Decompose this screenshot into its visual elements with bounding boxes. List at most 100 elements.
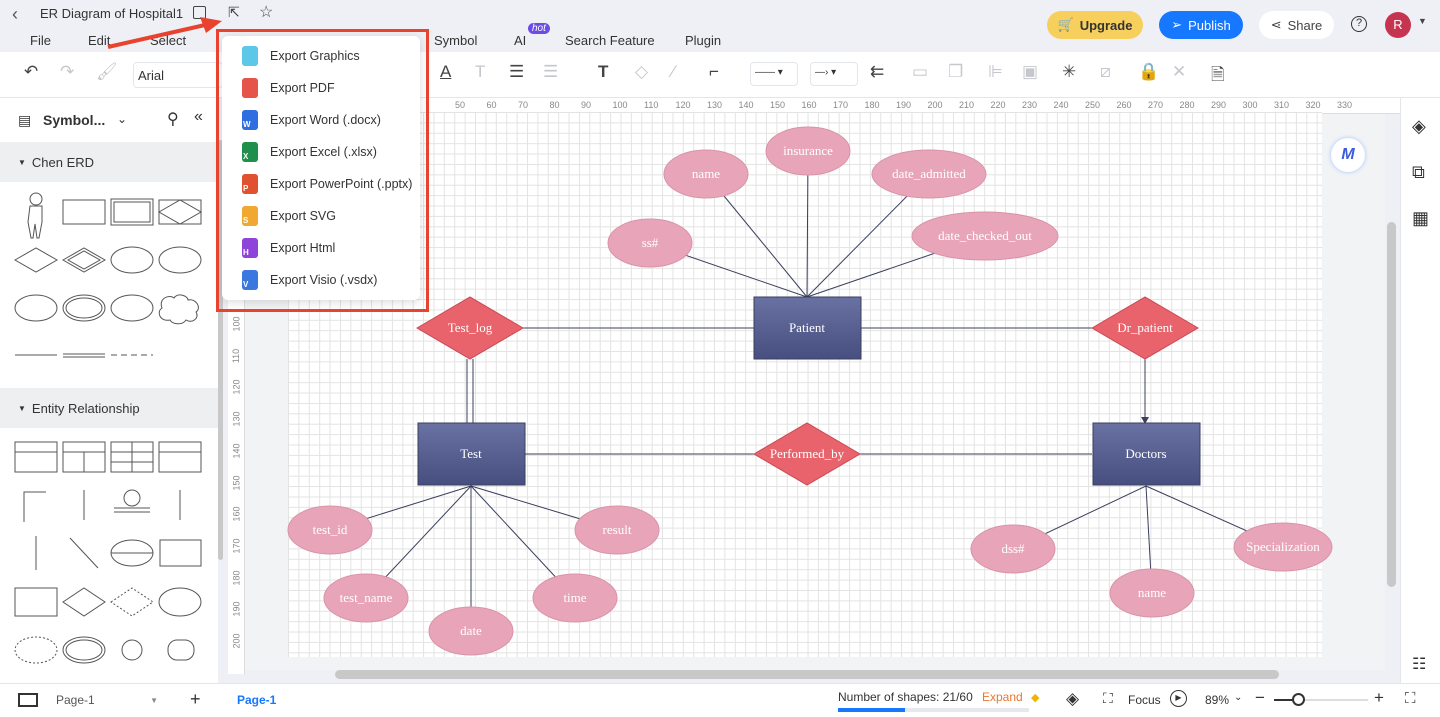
line-spacing-icon[interactable]: ☰ — [543, 62, 558, 82]
symbol-sidebar: ▤ Symbol... ⌄ ⚲ « ▼ Chen ERD ▼ Entity Rela… — [0, 98, 218, 683]
right-panel: ◈ ⧉ ▦ ☷ — [1400, 98, 1440, 683]
add-page-icon[interactable]: + — [190, 689, 201, 710]
page-tab[interactable]: Page-1 — [237, 693, 276, 707]
page-select[interactable]: Page-1 ▼ — [50, 690, 168, 712]
entity-relationship-shapes[interactable] — [0, 436, 218, 676]
section-chen-erd[interactable]: ▼ Chen ERD — [0, 142, 218, 182]
format-icon[interactable]: ⧉ — [1412, 162, 1425, 183]
upgrade-button[interactable]: 🛒 Upgrade — [1047, 11, 1143, 39]
ruler-tick-label: 110 — [231, 348, 242, 363]
menu-ai[interactable]: AI — [514, 33, 526, 48]
group-icon[interactable]: ❐ — [948, 62, 963, 82]
font-color-icon[interactable]: A — [440, 62, 451, 82]
text-tool-icon[interactable]: T — [598, 62, 608, 82]
ruler-tick-label: 280 — [1179, 100, 1195, 110]
zoom-out-icon[interactable]: − — [1255, 688, 1265, 708]
page-view-icon[interactable] — [18, 693, 38, 707]
text-style-icon[interactable]: T — [475, 62, 485, 82]
publish-label: Publish — [1188, 17, 1231, 33]
section-entity-relationship[interactable]: ▼ Entity Relationship — [0, 388, 218, 428]
ruler-tick-label: 260 — [1116, 100, 1132, 110]
fullscreen-icon[interactable]: ⛶ — [1405, 690, 1416, 707]
ruler-tick-label: 120 — [231, 379, 242, 395]
help-icon[interactable]: ? — [1351, 16, 1367, 32]
align-objects-icon[interactable]: ⊫ — [988, 62, 1003, 82]
align-icon[interactable]: ☰ — [509, 62, 524, 82]
share-button[interactable]: ⋖ Share — [1259, 11, 1334, 39]
search-icon[interactable]: ⚲ — [167, 109, 179, 129]
line-style-select[interactable]: —— ▾ — [750, 62, 798, 86]
play-icon[interactable]: ▶ — [1170, 690, 1187, 707]
collapse-icon[interactable]: « — [194, 108, 203, 126]
settings-list-icon[interactable]: ☷ — [1412, 654, 1426, 674]
format-painter-icon[interactable]: 🖌 — [96, 62, 118, 82]
zoom-dropdown-icon[interactable]: ⌄ — [1234, 692, 1242, 703]
connector-icon[interactable]: ⌐ — [709, 62, 719, 82]
expand-icon[interactable]: ⌄ — [117, 112, 127, 126]
ruler-tick-label: 290 — [1211, 100, 1227, 110]
premium-icon: ◆ — [1031, 692, 1040, 704]
chen-erd-shapes[interactable] — [0, 182, 218, 388]
vertical-scrollbar[interactable] — [1387, 222, 1396, 587]
zoom-in-icon[interactable]: + — [1374, 688, 1384, 708]
ai-assistant-icon[interactable]: M — [1331, 138, 1365, 172]
send-icon: ➢ — [1171, 17, 1183, 32]
replace-icon[interactable]: ⧄ — [1100, 62, 1111, 82]
ruler-tick-label: 160 — [801, 100, 817, 110]
hot-badge: hot — [528, 23, 550, 34]
redo-icon[interactable]: ↷ — [60, 62, 74, 82]
highlight-arrow — [107, 17, 222, 49]
focus-icon[interactable]: ⛶ — [1103, 690, 1113, 707]
undo-icon[interactable]: ↶ — [24, 62, 38, 82]
ruler-tick-label: 180 — [231, 570, 242, 586]
section-label: Chen ERD — [31, 154, 95, 170]
bring-front-icon[interactable]: ▭ — [912, 62, 928, 82]
ruler-tick-label: 250 — [1085, 100, 1101, 110]
expand-link[interactable]: Expand — [982, 690, 1023, 704]
ruler-tick-label: 170 — [231, 538, 242, 554]
ruler-tick-label: 140 — [738, 100, 754, 110]
grid-icon[interactable]: ▦ — [1412, 208, 1429, 229]
font-select[interactable]: Arial — [133, 62, 223, 88]
horizontal-scrollbar[interactable] — [335, 670, 1279, 679]
line-dash-icon[interactable]: ⇇ — [870, 62, 884, 82]
section-label: Entity Relationship — [31, 400, 140, 416]
avatar[interactable]: R — [1385, 12, 1411, 38]
fill-style-icon[interactable]: ◈ — [1412, 116, 1426, 137]
zoom-slider[interactable] — [1274, 693, 1368, 706]
ruler-tick-label: 100 — [231, 316, 242, 332]
ruler-tick-label: 200 — [927, 100, 943, 110]
highlight-box — [216, 29, 429, 312]
avatar-dropdown-icon[interactable]: ▼ — [1418, 16, 1427, 26]
ruler-tick-label: 140 — [231, 443, 242, 459]
find-replace-icon[interactable]: 🗎 — [1211, 62, 1225, 91]
ruler-tick-label: 130 — [231, 411, 242, 427]
menu-symbol[interactable]: Symbol — [434, 33, 477, 48]
ruler-tick-label: 200 — [231, 633, 242, 649]
fill-icon[interactable]: ◇ — [635, 62, 648, 82]
drawing-page[interactable] — [288, 112, 1322, 657]
ruler-tick-label: 100 — [612, 100, 628, 110]
layers-icon[interactable]: ◈ — [1066, 689, 1079, 709]
ruler-tick-label: 70 — [518, 100, 529, 110]
magic-icon[interactable]: ✳ — [1062, 62, 1076, 82]
ruler-tick-label: 190 — [896, 100, 912, 110]
upgrade-label: Upgrade — [1079, 17, 1133, 33]
lock-icon[interactable]: 🔒 — [1138, 62, 1159, 82]
status-bar: Page-1 ▼ + Page-1 Number of shapes: 21/60… — [0, 683, 1440, 717]
shape-count: Number of shapes: 21/60 — [838, 690, 973, 704]
line-color-icon[interactable]: ∕ — [672, 62, 675, 82]
publish-button[interactable]: ➢ Publish — [1159, 11, 1243, 39]
zoom-slider-handle[interactable] — [1291, 693, 1305, 706]
library-icon: ▤ — [18, 112, 32, 128]
menu-plugin[interactable]: Plugin — [685, 33, 721, 48]
ruler-tick-label: 180 — [864, 100, 880, 110]
menu-search-feature[interactable]: Search Feature — [565, 33, 655, 48]
arrow-style-select[interactable]: —› ▾ — [810, 62, 858, 86]
size-icon[interactable]: ▣ — [1022, 62, 1038, 82]
zoom-level[interactable]: 89% — [1205, 693, 1229, 707]
sidebar-title[interactable]: Symbol... — [43, 112, 105, 128]
focus-label[interactable]: Focus — [1128, 693, 1161, 707]
tools-icon[interactable]: ✕ — [1172, 62, 1186, 82]
ruler-tick-label: 320 — [1305, 100, 1321, 110]
